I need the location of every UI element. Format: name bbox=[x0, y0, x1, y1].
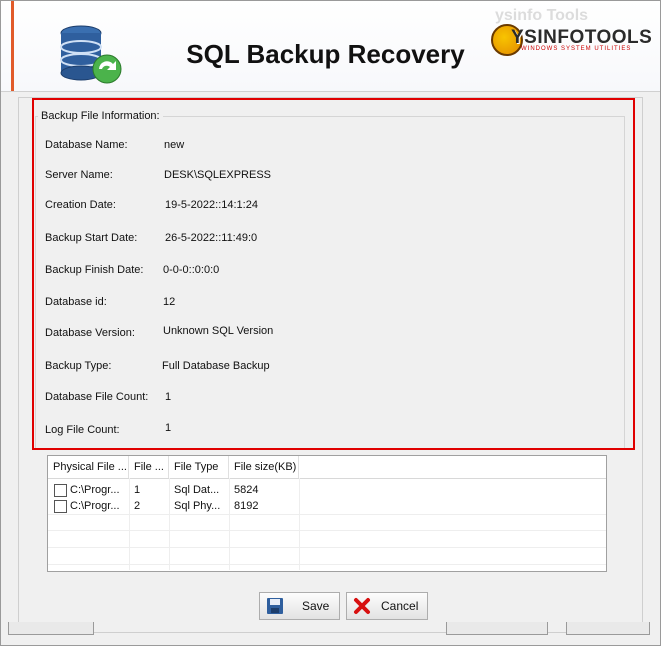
table-row[interactable]: C:\Progr... 1 Sql Dat... 5824 bbox=[48, 482, 606, 498]
info-row-database-file-count: Database File Count: 1 bbox=[45, 391, 605, 407]
background-window-edge bbox=[8, 622, 94, 635]
info-row-database-id: Database id: 12 bbox=[45, 296, 605, 312]
cell-size: 5824 bbox=[234, 484, 259, 496]
grid-vline bbox=[169, 478, 170, 570]
info-label: Backup Type: bbox=[45, 360, 112, 372]
info-value: Full Database Backup bbox=[162, 360, 270, 372]
cell-type: Sql Phy... bbox=[174, 500, 221, 512]
logo-ghost-text: ysinfo Tools bbox=[495, 7, 589, 24]
info-label: Database File Count: bbox=[45, 391, 149, 403]
cell-file: 2 bbox=[134, 500, 141, 512]
info-value: 19-5-2022::14:1:24 bbox=[165, 199, 258, 211]
cancel-button-label: Cancel bbox=[381, 599, 419, 613]
info-label: Database Version: bbox=[45, 327, 135, 339]
col-header-physical-file[interactable]: Physical File ... bbox=[48, 456, 129, 478]
cell-type: Sql Dat... bbox=[174, 484, 220, 496]
grid-line bbox=[48, 514, 606, 515]
info-value: new bbox=[164, 139, 185, 151]
info-label: Database Name: bbox=[45, 139, 128, 151]
table-row[interactable]: C:\Progr... 2 Sql Phy... 8192 bbox=[48, 498, 606, 514]
background-window-edge bbox=[566, 622, 650, 635]
info-value: 12 bbox=[163, 296, 176, 308]
grid-vline bbox=[299, 478, 300, 570]
app-header: SQL Backup Recovery ysinfo Tools YSINFOT… bbox=[1, 1, 660, 92]
info-label: Backup Finish Date: bbox=[45, 264, 144, 276]
grid-vline bbox=[129, 478, 130, 570]
info-value: 1 bbox=[165, 391, 172, 403]
red-x-icon bbox=[354, 598, 370, 614]
info-label: Creation Date: bbox=[45, 199, 116, 211]
info-label: Server Name: bbox=[45, 169, 113, 181]
info-row-creation-date: Creation Date: 19-5-2022::14:1:24 bbox=[45, 199, 605, 215]
info-label: Database id: bbox=[45, 296, 107, 308]
cell-file: 1 bbox=[134, 484, 141, 496]
cancel-button[interactable]: Cancel bbox=[346, 592, 428, 620]
grid-line bbox=[48, 547, 606, 548]
header-divider bbox=[48, 478, 606, 479]
sysinfotools-logo: YSINFOTOOLS WINDOWS SYSTEM UTILITIES bbox=[491, 24, 652, 56]
col-header-file-size[interactable]: File size(KB) bbox=[229, 456, 299, 478]
info-label: Log File Count: bbox=[45, 424, 120, 436]
grid-line bbox=[48, 530, 606, 531]
save-button-label: Save bbox=[302, 599, 330, 613]
info-label: Backup Start Date: bbox=[45, 232, 138, 244]
col-header-file[interactable]: File ... bbox=[129, 456, 169, 478]
info-row-backup-type: Backup Type: Full Database Backup bbox=[45, 360, 605, 376]
col-header-file-type[interactable]: File Type bbox=[169, 456, 229, 478]
floppy-disk-icon bbox=[267, 598, 283, 614]
info-row-log-file-count: Log File Count: 1 bbox=[45, 422, 605, 440]
cell-physical: C:\Progr... bbox=[70, 484, 120, 496]
info-row-database-version: Database Version: Unknown SQL Version bbox=[45, 325, 605, 343]
info-row-backup-finish-date: Backup Finish Date: 0-0-0::0:0:0 bbox=[45, 264, 605, 280]
cell-physical: C:\Progr... bbox=[70, 500, 120, 512]
info-value: 1 bbox=[165, 422, 172, 434]
info-value: 0-0-0::0:0:0 bbox=[163, 264, 220, 276]
info-row-server-name: Server Name: DESK\SQLEXPRESS bbox=[45, 169, 605, 185]
info-row-backup-start-date: Backup Start Date: 26-5-2022::11:49:0 bbox=[45, 232, 605, 248]
info-value: Unknown SQL Version bbox=[163, 325, 274, 337]
info-value: 26-5-2022::11:49:0 bbox=[165, 232, 258, 244]
grid-line bbox=[48, 564, 606, 565]
background-window-edge bbox=[446, 622, 548, 635]
save-button[interactable]: Save bbox=[259, 592, 340, 620]
info-row-database-name: Database Name: new bbox=[45, 139, 605, 155]
logo-subtitle: WINDOWS SYSTEM UTILITIES bbox=[521, 46, 632, 52]
grid-vline bbox=[229, 478, 230, 570]
info-value: DESK\SQLEXPRESS bbox=[164, 169, 271, 181]
cell-size: 8192 bbox=[234, 500, 259, 512]
files-table[interactable]: Physical File ... File ... File Type Fil… bbox=[47, 455, 607, 572]
